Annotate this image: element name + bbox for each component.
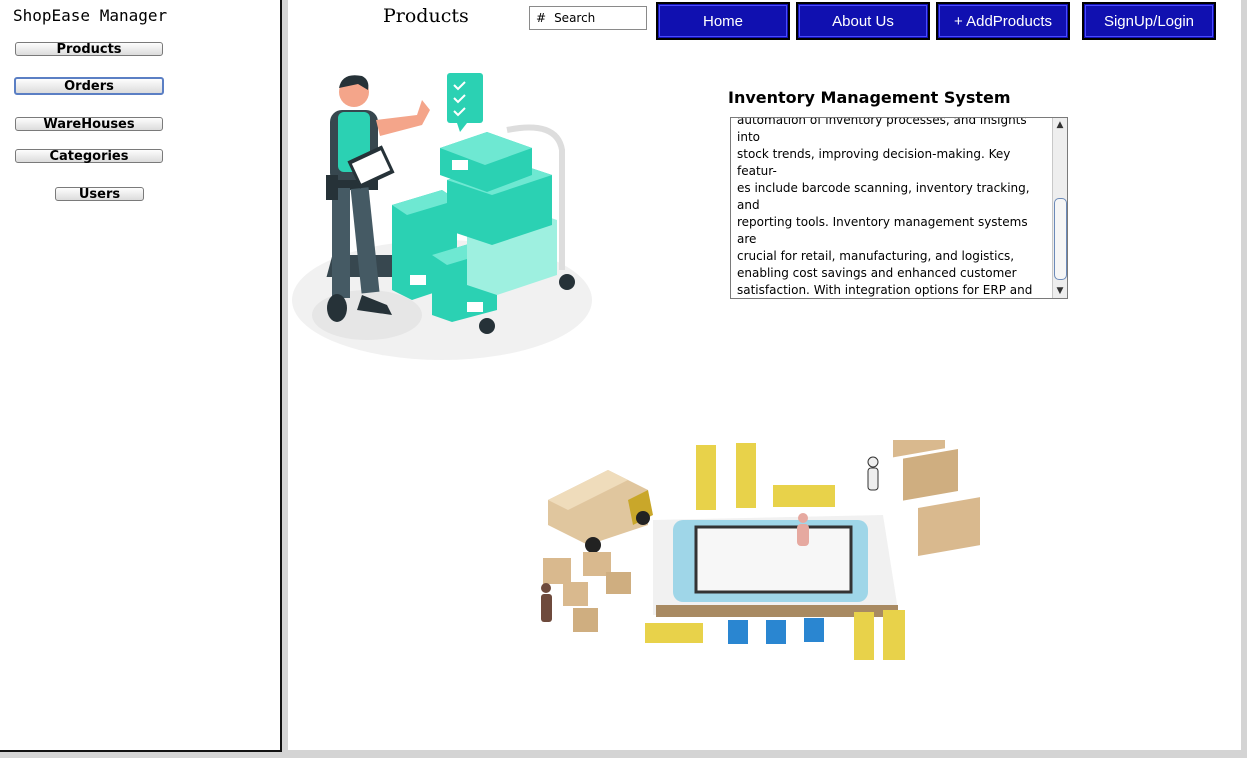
page-title: Products [383, 5, 469, 27]
sidebar: ShopEase Manager Products Orders WareHou… [0, 0, 282, 752]
app-title: ShopEase Manager [13, 6, 168, 25]
signup-login-button[interactable]: SignUp/Login [1082, 2, 1216, 40]
sidebar-item-users[interactable]: Users [55, 187, 144, 201]
about-us-button[interactable]: About Us [796, 2, 930, 40]
description-textarea[interactable]: automation of inventory processes, and i… [730, 117, 1068, 299]
sidebar-item-warehouses[interactable]: WareHouses [15, 117, 163, 131]
section-heading: Inventory Management System [728, 88, 1011, 107]
main-content: Products # Search Home About Us + AddPro… [288, 0, 1241, 750]
sidebar-item-orders[interactable]: Orders [14, 77, 164, 95]
search-input[interactable]: # Search [529, 6, 647, 30]
search-placeholder: Search [554, 11, 596, 25]
description-text: automation of inventory processes, and i… [737, 117, 1033, 297]
sidebar-item-categories[interactable]: Categories [15, 149, 163, 163]
scroll-down-arrow-icon[interactable]: ▼ [1053, 284, 1067, 298]
scroll-up-arrow-icon[interactable]: ▲ [1053, 118, 1067, 132]
warehouse-worker-illustration [292, 73, 592, 360]
scroll-thumb[interactable] [1054, 198, 1067, 280]
scrollbar[interactable]: ▲ ▼ [1052, 118, 1067, 298]
inventory-blocks-illustration [541, 440, 980, 660]
add-products-button[interactable]: + AddProducts [936, 2, 1070, 40]
home-button[interactable]: Home [656, 2, 790, 40]
hash-icon: # [536, 11, 547, 25]
sidebar-item-products[interactable]: Products [15, 42, 163, 56]
